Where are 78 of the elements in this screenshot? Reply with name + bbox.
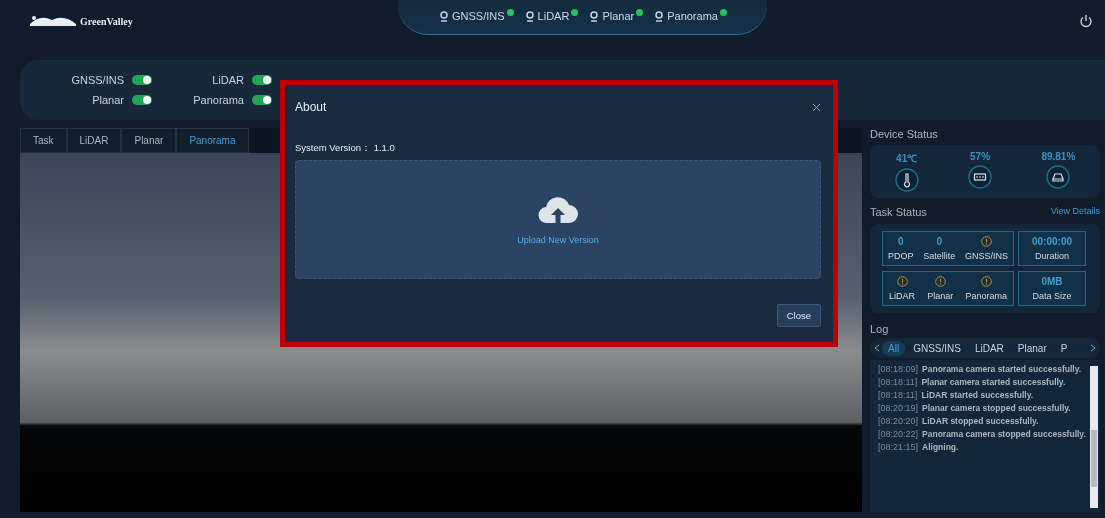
log-message: Planar camera started successfully. <box>921 377 1066 387</box>
section-title: Log <box>870 323 890 335</box>
log-time: [08:20:20] <box>878 416 919 426</box>
logo-text: GreenValley <box>80 15 133 27</box>
view-tab[interactable]: Task <box>20 128 67 153</box>
status-value: 0 <box>897 236 904 247</box>
version-text: System Version： 1.1.0 <box>295 142 396 155</box>
warning-icon <box>896 276 908 287</box>
switch-label: GNSS/INS <box>71 74 124 86</box>
log-time: [08:20:22] <box>878 429 919 439</box>
status-value: 0MB <box>1041 276 1063 287</box>
log-message: Aligning. <box>922 442 959 452</box>
thermometer-icon <box>894 168 919 192</box>
sensor-icon <box>438 9 450 22</box>
log-message: Panorama camera stopped successfully. <box>922 429 1086 439</box>
close-button[interactable]: Close <box>776 304 821 327</box>
log-message: Panorama camera started successfully. <box>922 364 1082 374</box>
sensor-label: LiDAR <box>537 9 570 22</box>
view-tab[interactable]: Panorama <box>176 128 249 153</box>
status-label: PDOP <box>887 251 914 261</box>
switch-label: LiDAR <box>212 74 244 86</box>
close-icon[interactable] <box>812 102 821 112</box>
logo-icon <box>28 14 78 28</box>
power-icon[interactable] <box>1079 14 1093 28</box>
switch-label: Panorama <box>193 94 244 106</box>
log-time: [08:18:11] <box>878 377 918 387</box>
chevron-right-icon[interactable] <box>1090 344 1096 352</box>
log-message: LiDAR stopped successfully. <box>922 416 1039 426</box>
sensor-label: Panorama <box>667 9 718 22</box>
view-details-link[interactable]: View Details <box>1050 206 1100 218</box>
warning-icon <box>934 276 946 287</box>
memory-icon <box>968 165 993 189</box>
upload-label: Upload New Version <box>517 234 599 245</box>
toggle-switch[interactable] <box>132 75 152 85</box>
sensor-icon <box>653 9 666 22</box>
upload-area[interactable]: Upload New Version <box>295 160 821 279</box>
log-message: Planar camera stopped successfully. <box>922 403 1071 413</box>
log-tab[interactable]: P <box>1054 340 1074 356</box>
status-label: LiDAR <box>889 291 916 301</box>
log-message: LiDAR started successfully. <box>921 390 1034 400</box>
status-value: 00:00:00 <box>1032 236 1072 247</box>
sensor-label: Planar <box>602 9 635 22</box>
sensor-icon <box>588 9 601 22</box>
log-time: [08:21:15] <box>878 442 919 452</box>
section-title: Device Status <box>870 128 939 140</box>
disk-icon <box>1046 165 1071 189</box>
scrollbar[interactable] <box>1090 366 1098 508</box>
log-tab[interactable]: Planar <box>1011 340 1053 356</box>
warning-icon <box>981 236 993 247</box>
view-tab[interactable]: Planar <box>121 128 177 153</box>
sensor-icon <box>523 9 536 22</box>
status-label: GNSS/INS <box>965 251 1009 261</box>
toggle-switch[interactable] <box>132 95 152 105</box>
toggle-switch[interactable] <box>252 95 272 105</box>
status-label: Satellite <box>923 251 956 261</box>
section-title: Task Status <box>870 206 927 218</box>
log-time: [08:18:09] <box>878 364 919 374</box>
log-tab[interactable]: LiDAR <box>968 340 1010 356</box>
log-time: [08:18:11] <box>878 390 918 400</box>
device-value: 89.81% <box>1041 151 1076 162</box>
device-value: 41℃ <box>896 152 918 165</box>
status-value: 0 <box>936 236 943 247</box>
dialog-title: About <box>295 100 327 114</box>
switch-label: Planar <box>92 94 124 106</box>
sensor-label: GNSS/INS <box>452 9 505 22</box>
view-tab[interactable]: LiDAR <box>66 128 122 153</box>
chevron-left-icon[interactable] <box>874 344 880 352</box>
status-label: Planar <box>927 291 954 301</box>
warning-icon <box>980 276 992 287</box>
log-tab[interactable]: All <box>882 340 906 356</box>
device-value: 57% <box>970 151 991 162</box>
status-label: Data Size <box>1032 291 1072 301</box>
status-label: Duration <box>1035 251 1069 261</box>
log-tab[interactable]: GNSS/INS <box>907 340 967 356</box>
log-time: [08:20:19] <box>878 403 919 413</box>
toggle-switch[interactable] <box>252 75 272 85</box>
cloud-upload-icon <box>538 194 578 225</box>
status-label: Panorama <box>965 291 1007 301</box>
